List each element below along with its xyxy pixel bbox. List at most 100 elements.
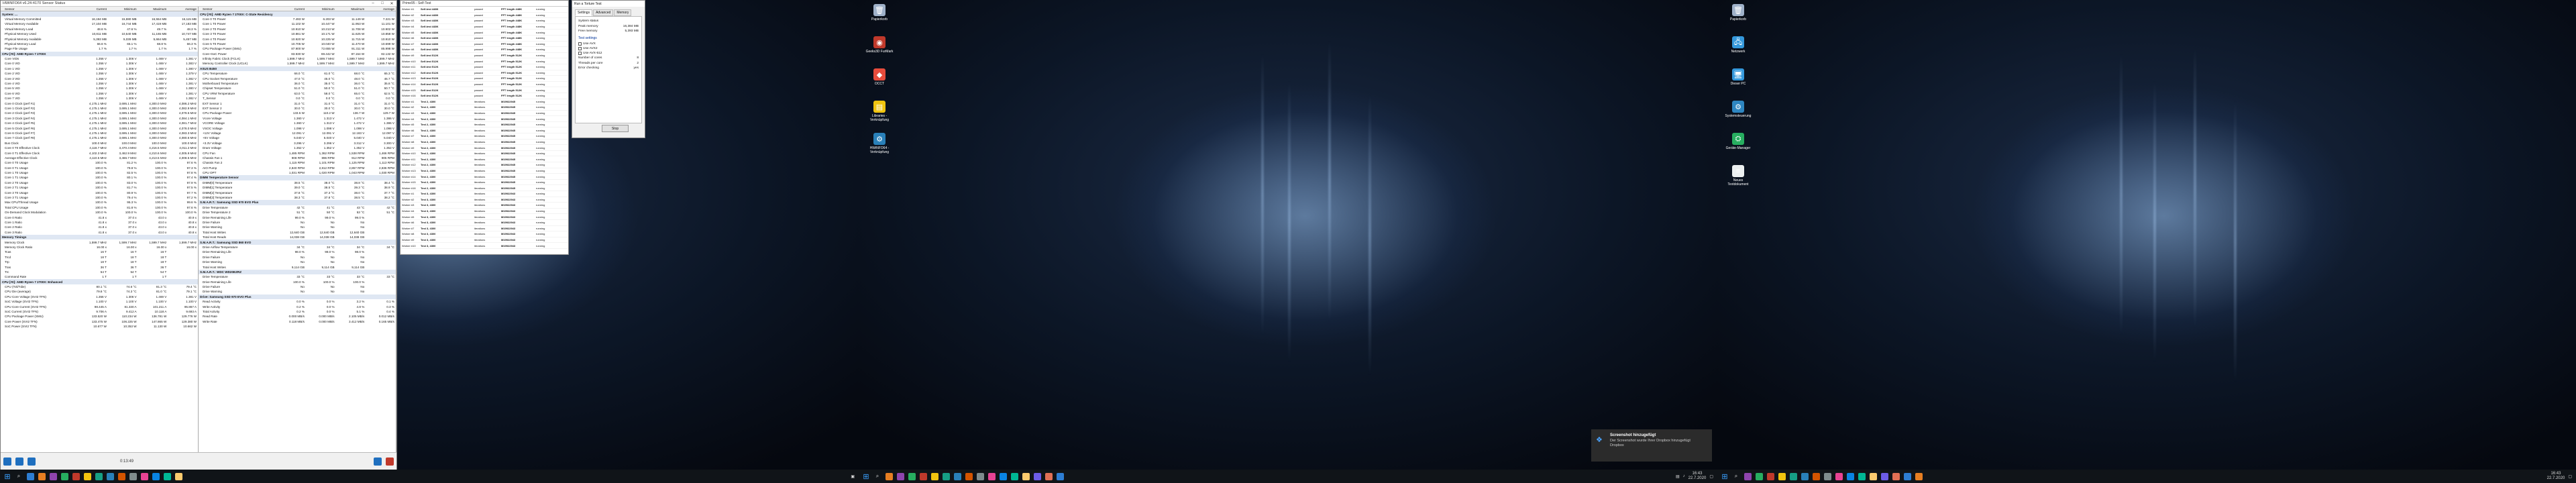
table-row[interactable]: Worker #4 Test 2, 4300 iterations M19922945… xyxy=(400,116,568,122)
table-row[interactable]: Worker #12 Test 2, 4300 iterations M1992294… xyxy=(400,162,568,168)
sensor-row[interactable]: Read Activity 0.0 % 0.0 % 3.2 % 0.1 % xyxy=(199,299,396,304)
table-row[interactable]: Worker #9 Self-test 512K passed FFT length … xyxy=(400,53,568,59)
media-icon[interactable] xyxy=(1057,472,1064,480)
sensor-row[interactable]: Motherboard Temperature 36.0 °C 35.0 °C 36.… xyxy=(199,81,396,86)
close-sensors-icon[interactable] xyxy=(386,458,394,466)
sensor-row[interactable]: Core 2 T0 Power 10.910 W 10.213 W 11.708 W 1… xyxy=(199,27,396,32)
table-row[interactable]: Worker #5 Test 2, 4300 iterations M19922945… xyxy=(400,122,568,128)
close-icon[interactable]: ✕ xyxy=(387,1,396,6)
table-row[interactable]: Worker #2 Self-test 448K passed FFT length … xyxy=(400,13,568,19)
spotify-icon[interactable] xyxy=(141,472,148,480)
network-tray-icon[interactable]: ▤ xyxy=(1676,474,1680,479)
sensor-row[interactable]: CPU Package Power (SMU) 133.520 W 110.234 … xyxy=(1,314,198,319)
table-row[interactable]: Worker #9 Test 3, 4300 iterations M19922943… xyxy=(400,237,568,244)
sensor-row[interactable]: Core 5 Clock (perf #6) 4,175.1 MHz 3,695.1… xyxy=(1,125,198,130)
sensor-row[interactable]: Drive Remaining Life 98.0 % 98.0 % 98.0 % xyxy=(199,250,396,254)
sensor-row[interactable]: Read Rate 0.000 MB/s 0.000 MB/s 2.105 MB/s 0… xyxy=(199,314,396,319)
sensor-group-header[interactable]: Memory Timings xyxy=(1,234,198,240)
spotify-icon[interactable] xyxy=(1000,472,1007,480)
sensor-row[interactable]: Trcd 18 T 18 T 18 T xyxy=(1,255,198,260)
sensor-row[interactable]: Core 3 T0 Power 10.861 W 10.171 W 11.625 W 1… xyxy=(199,32,396,36)
table-row[interactable]: Worker #13 Self-test 512K passed FFT length… xyxy=(400,76,568,82)
sensor-row[interactable]: CPU Package Power (SMU) 87.900 W 72.655 W 9… xyxy=(199,46,396,51)
col-average[interactable]: Average xyxy=(168,7,198,11)
table-row[interactable]: Worker #2 Test 3, 4300 iterations M19922943… xyxy=(400,197,568,203)
sensor-row[interactable]: DIMM[3] Temperature 38.3 °C 37.8 °C 38.5 °C… xyxy=(199,195,396,200)
table-row[interactable]: Worker #3 Test 3, 4300 iterations M19922943… xyxy=(400,203,568,209)
chrome-icon[interactable] xyxy=(1778,472,1786,480)
table-row[interactable]: Worker #15 Self-test 512K passed FFT length… xyxy=(400,87,568,93)
terminal-icon[interactable] xyxy=(1022,472,1030,480)
sensor-row[interactable]: Core 7 Clock (perf #8) 4,175.1 MHz 3,695.1… xyxy=(1,136,198,140)
store-icon[interactable] xyxy=(954,472,961,480)
sensor-row[interactable]: Core 6 Clock (perf #7) 4,175.1 MHz 3,695.1… xyxy=(1,131,198,136)
desktop-icon[interactable]: ◆ OCCT xyxy=(864,68,895,86)
table-row[interactable]: Worker #1 Test 3, 4300 iterations M19922943… xyxy=(400,191,568,197)
sensor-row[interactable]: Physical Memory Available 5,393 MB 5,039 M… xyxy=(1,36,198,41)
col-sensor[interactable]: Sensor xyxy=(199,7,276,11)
photos-icon[interactable] xyxy=(1045,472,1053,480)
sensor-row[interactable]: Memory Clock 1,599.7 MHz 1,599.7 MHz 1,599.… xyxy=(1,239,198,244)
sensor-group-header[interactable]: S.M.A.R.T.: WDC WD20EZRZ xyxy=(199,269,396,275)
sensor-row[interactable]: Max CPU/Thread Usage 100.0 % 95.3 % 100.0 %… xyxy=(1,200,198,205)
col-maximum[interactable]: Maximum xyxy=(138,7,168,11)
sensor-row[interactable]: Physical Memory Load 66.6 % 65.1 % 68.8 % 66… xyxy=(1,42,198,46)
sensor-row[interactable]: Physical Memory Used 10,811 MB 10,540 MB 11… xyxy=(1,32,198,36)
settings-icon[interactable] xyxy=(374,458,382,466)
report-icon[interactable] xyxy=(15,458,23,466)
sensor-header[interactable]: Sensor Current Minimum Maximum Average xyxy=(1,7,198,12)
desktop-icon[interactable]: ≡ Neues Textdokument xyxy=(1723,165,1754,186)
checkbox-row[interactable]: Use AVX-512 xyxy=(578,52,639,55)
sensor-row[interactable]: Vcore Voltage 1.360 V 1.313 V 1.472 V 1.386 … xyxy=(199,116,396,121)
sensor-row[interactable]: Core 5 T0 Power 10.705 W 10.040 W 11.470 W 1… xyxy=(199,42,396,46)
settings-app-icon[interactable] xyxy=(129,472,137,480)
desktop-icon[interactable]: ⚙ Systemsteuerung xyxy=(1723,101,1754,118)
desktop-icon[interactable]: 🗑 Papierkorb xyxy=(1723,4,1754,21)
desktop-icon[interactable]: ⛭ Geräte-Manager xyxy=(1723,133,1754,150)
sensor-row[interactable]: Core 4 Clock (perf #5) 4,175.1 MHz 3,695.1… xyxy=(1,121,198,125)
sensor-row[interactable]: Chassis Fan 2 1,115 RPM 1,101 RPM 1,125 RPM… xyxy=(199,160,396,165)
steam-icon[interactable] xyxy=(1824,472,1831,480)
table-row[interactable]: Worker #14 Self-test 512K passed FFT length… xyxy=(400,82,568,88)
sensor-row[interactable]: Core 0 VID 1.356 V 1.306 V 1.469 V 1.383 V xyxy=(1,61,198,66)
sensor-row[interactable]: CPU VRM Temperature 63.0 °C 58.0 °C 65.0 °C… xyxy=(199,91,396,96)
edge-icon[interactable] xyxy=(908,472,916,480)
sensor-row[interactable]: Total Host Writes 12,640 GB 12,640 GB 12,64… xyxy=(199,230,396,235)
sensor-group-header[interactable]: DIMM Temperature Sensor xyxy=(199,175,396,180)
checkbox[interactable] xyxy=(578,42,582,46)
col-sensor[interactable]: Sensor xyxy=(1,7,78,11)
mail-icon[interactable] xyxy=(1801,472,1809,480)
sensor-row[interactable]: Drive Remaining Life 99.0 % 99.0 % 99.0 % xyxy=(199,215,396,219)
sensor-row[interactable]: Core 1 VID 1.356 V 1.306 V 1.469 V 1.380 V xyxy=(1,66,198,71)
hwinfo-window[interactable]: HWiNFO64 v6.24-4170 Sensor Status – □ ✕ … xyxy=(0,0,397,470)
sensor-row[interactable]: Core 0 T1 Effective Clock 4,102.3 MHz 3,46… xyxy=(1,150,198,155)
discord-icon[interactable] xyxy=(977,472,984,480)
table-row[interactable]: Worker #11 Test 2, 4300 iterations M1992294… xyxy=(400,156,568,163)
table-row[interactable]: Worker #3 Test 2, 4300 iterations M19922945… xyxy=(400,111,568,117)
table-row[interactable]: Worker #10 Self-test 512K passed FFT length… xyxy=(400,58,568,64)
store-icon[interactable] xyxy=(1813,472,1820,480)
notes-icon[interactable] xyxy=(1034,472,1041,480)
terminal-icon[interactable] xyxy=(1881,472,1888,480)
steam-icon[interactable] xyxy=(965,472,973,480)
edge-icon[interactable] xyxy=(50,472,57,480)
windows-start-icon[interactable]: ⊞ xyxy=(859,470,873,483)
table-row[interactable]: Worker #7 Self-test 448K passed FFT length … xyxy=(400,42,568,48)
sensor-row[interactable]: AIO Pump 2,840 RPM 2,812 RPM 2,857 RPM 2,836… xyxy=(199,166,396,170)
checkbox-row[interactable]: Use AVX xyxy=(578,42,639,46)
sensor-row[interactable]: Core 1 T0 Usage 100.0 % 82.5 % 100.0 % 97.8 … xyxy=(1,170,198,175)
clock[interactable]: 16:43 22.7.2020 xyxy=(2547,472,2565,481)
prime95-worker-window[interactable]: Prime95 - Self-Test Worker #1 Self-test 4… xyxy=(400,0,569,255)
sensor-row[interactable]: SoC Current (SVI2 TFN) 9.706 A 9.412 A 10.1… xyxy=(1,309,198,314)
sensor-row[interactable]: Core 1 T0 Power 11.102 W 10.447 W 11.953 W 1… xyxy=(199,21,396,26)
spotify-icon[interactable] xyxy=(1858,472,1866,480)
table-row[interactable]: Worker #16 Self-test 512K passed FFT length… xyxy=(400,93,568,99)
explorer-icon[interactable] xyxy=(1756,472,1763,480)
sensor-row[interactable]: +5V Voltage 5.040 V 5.040 V 5.040 V 5.040 V xyxy=(199,136,396,140)
sensor-row[interactable]: CPU Core Current (SVI2 TFN) 98.445 A 81.33… xyxy=(1,304,198,309)
maximize-icon[interactable]: □ xyxy=(378,1,387,6)
teams-icon[interactable] xyxy=(152,472,160,480)
sensor-row[interactable]: Drive Failure No No No xyxy=(199,220,396,225)
action-center-icon[interactable]: ▢ xyxy=(2568,474,2572,479)
col-average[interactable]: Average xyxy=(366,7,396,11)
